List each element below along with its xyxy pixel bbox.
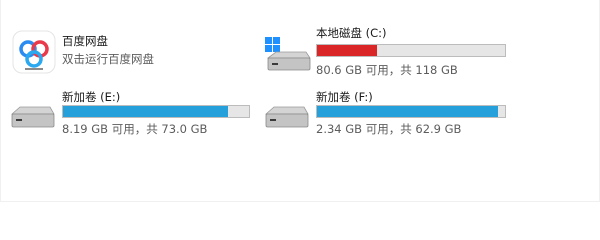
drive-e-usage-bar [62, 105, 250, 118]
drive-e-usage-fill [63, 106, 229, 117]
drive-f-usage-fill [317, 106, 499, 117]
baidu-netdisk-tile[interactable]: 百度网盘 双击运行百度网盘 [8, 22, 228, 78]
pane-left-border [0, 0, 1, 202]
drive-c-usage-fill [317, 45, 377, 56]
drive-c-name: 本地磁盘 (C:) [316, 26, 387, 40]
baidu-netdisk-name: 百度网盘 [62, 34, 108, 48]
this-pc-devices-pane: 百度网盘 双击运行百度网盘 本地磁盘 (C:) 80.6 GB 可用，共 118… [0, 0, 600, 202]
drive-e-tile[interactable]: 新加卷 (E:) 8.19 GB 可用，共 73.0 GB [8, 86, 258, 142]
drive-icon [8, 102, 58, 132]
drive-c-usage-bar [316, 44, 506, 57]
drive-c-capacity: 80.6 GB 可用，共 118 GB [316, 63, 458, 77]
baidu-netdisk-icon [10, 28, 58, 76]
drive-f-usage-bar [316, 105, 506, 118]
drive-icon [262, 102, 312, 132]
pane-bottom-border [0, 201, 600, 202]
drive-e-name: 新加卷 (E:) [62, 90, 121, 104]
drive-e-capacity: 8.19 GB 可用，共 73.0 GB [62, 122, 208, 136]
drive-f-name: 新加卷 (F:) [316, 90, 373, 104]
drive-f-capacity: 2.34 GB 可用，共 62.9 GB [316, 122, 462, 136]
windows-drive-icon [262, 36, 312, 74]
drive-c-tile[interactable]: 本地磁盘 (C:) 80.6 GB 可用，共 118 GB [262, 22, 512, 78]
baidu-netdisk-subtitle: 双击运行百度网盘 [62, 52, 154, 66]
drive-f-tile[interactable]: 新加卷 (F:) 2.34 GB 可用，共 62.9 GB [262, 86, 512, 142]
